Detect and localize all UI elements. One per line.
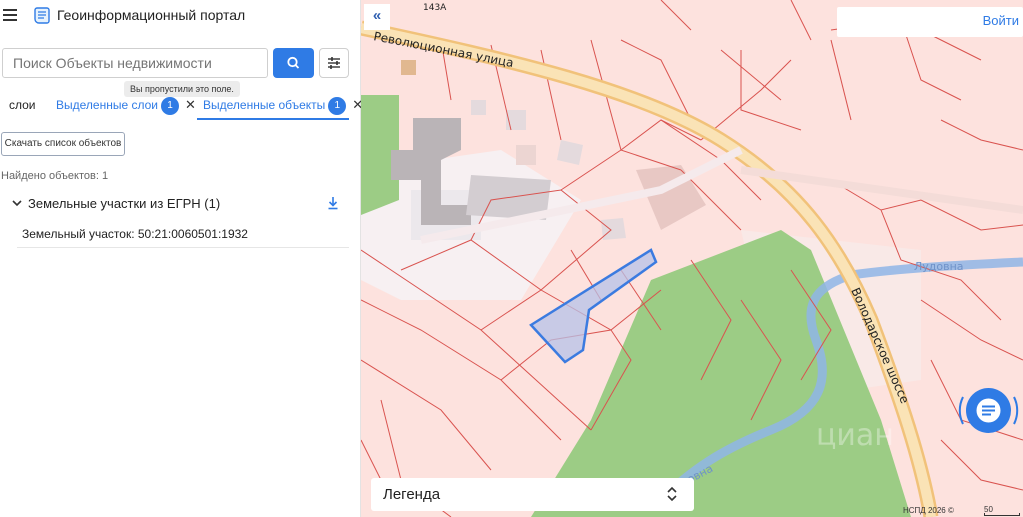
close-icon[interactable]: ✕ [185,95,196,115]
watermark: циан [816,418,894,453]
chat-button[interactable] [966,388,1011,433]
login-bar: Войти [837,7,1023,37]
login-button[interactable]: Войти [983,13,1019,28]
app-title: Геоинформационный портал [57,7,246,23]
list-item[interactable]: Земельный участок: 50:21:0060501:1932 [17,222,349,248]
tab-layers-label: слои [9,98,36,112]
search-field[interactable] [2,48,268,78]
tab-layers[interactable]: слои [9,95,36,120]
copyright: НСПД 2026 © [903,506,954,515]
tab-selected-objects[interactable]: Выделенные объекты 1 ✕ [197,95,363,120]
chat-icon [976,398,1001,423]
search-icon [287,56,300,69]
sidebar-header: Геоинформационный портал [0,0,361,34]
result-group-title: Земельные участки из ЕГРН (1) [28,196,221,211]
collapse-sidebar-button[interactable]: « [364,4,390,30]
map-canvas[interactable]: Революционная улица Володарское шоссе Лу… [361,0,1023,517]
download-icon[interactable] [326,195,340,211]
tabs-bar: слои Выделенные слои 1 ✕ Выделенные объект… [0,95,363,120]
hamburger-menu-icon[interactable] [3,9,17,21]
sidebar: Геоинформационный портал Вы пропустили э… [0,0,363,517]
count-badge: 1 [160,97,179,115]
chevron-down-icon[interactable] [11,197,23,209]
tab-selected-layers[interactable]: Выделенные слои 1 ✕ [56,95,196,120]
portal-logo-icon [34,7,50,24]
tab-selected-objects-label: Выделенные объекты [203,98,326,112]
result-group-header[interactable]: Земельные участки из ЕГРН (1) [0,194,350,214]
legend-select[interactable]: Легенда [371,478,694,511]
scale-bar [984,513,1020,516]
download-list-button[interactable]: Скачать список объектов [1,132,125,156]
river-label: Лудовна [914,260,964,273]
legend-label: Легенда [383,486,441,503]
tab-selected-layers-label: Выделенные слои [56,98,158,112]
filter-button[interactable] [319,48,349,78]
found-count: Найдено объектов: 1 [1,170,109,182]
house-number: 143А [423,3,447,13]
map-view[interactable]: Революционная улица Володарское шоссе Лу… [361,0,1023,517]
search-button[interactable] [273,48,314,78]
count-badge: 1 [328,97,347,115]
unfold-icon [667,486,677,502]
search-input[interactable] [3,49,267,77]
filter-sliders-icon [328,57,340,69]
street-label-revolution: Революционная улица [372,29,514,70]
